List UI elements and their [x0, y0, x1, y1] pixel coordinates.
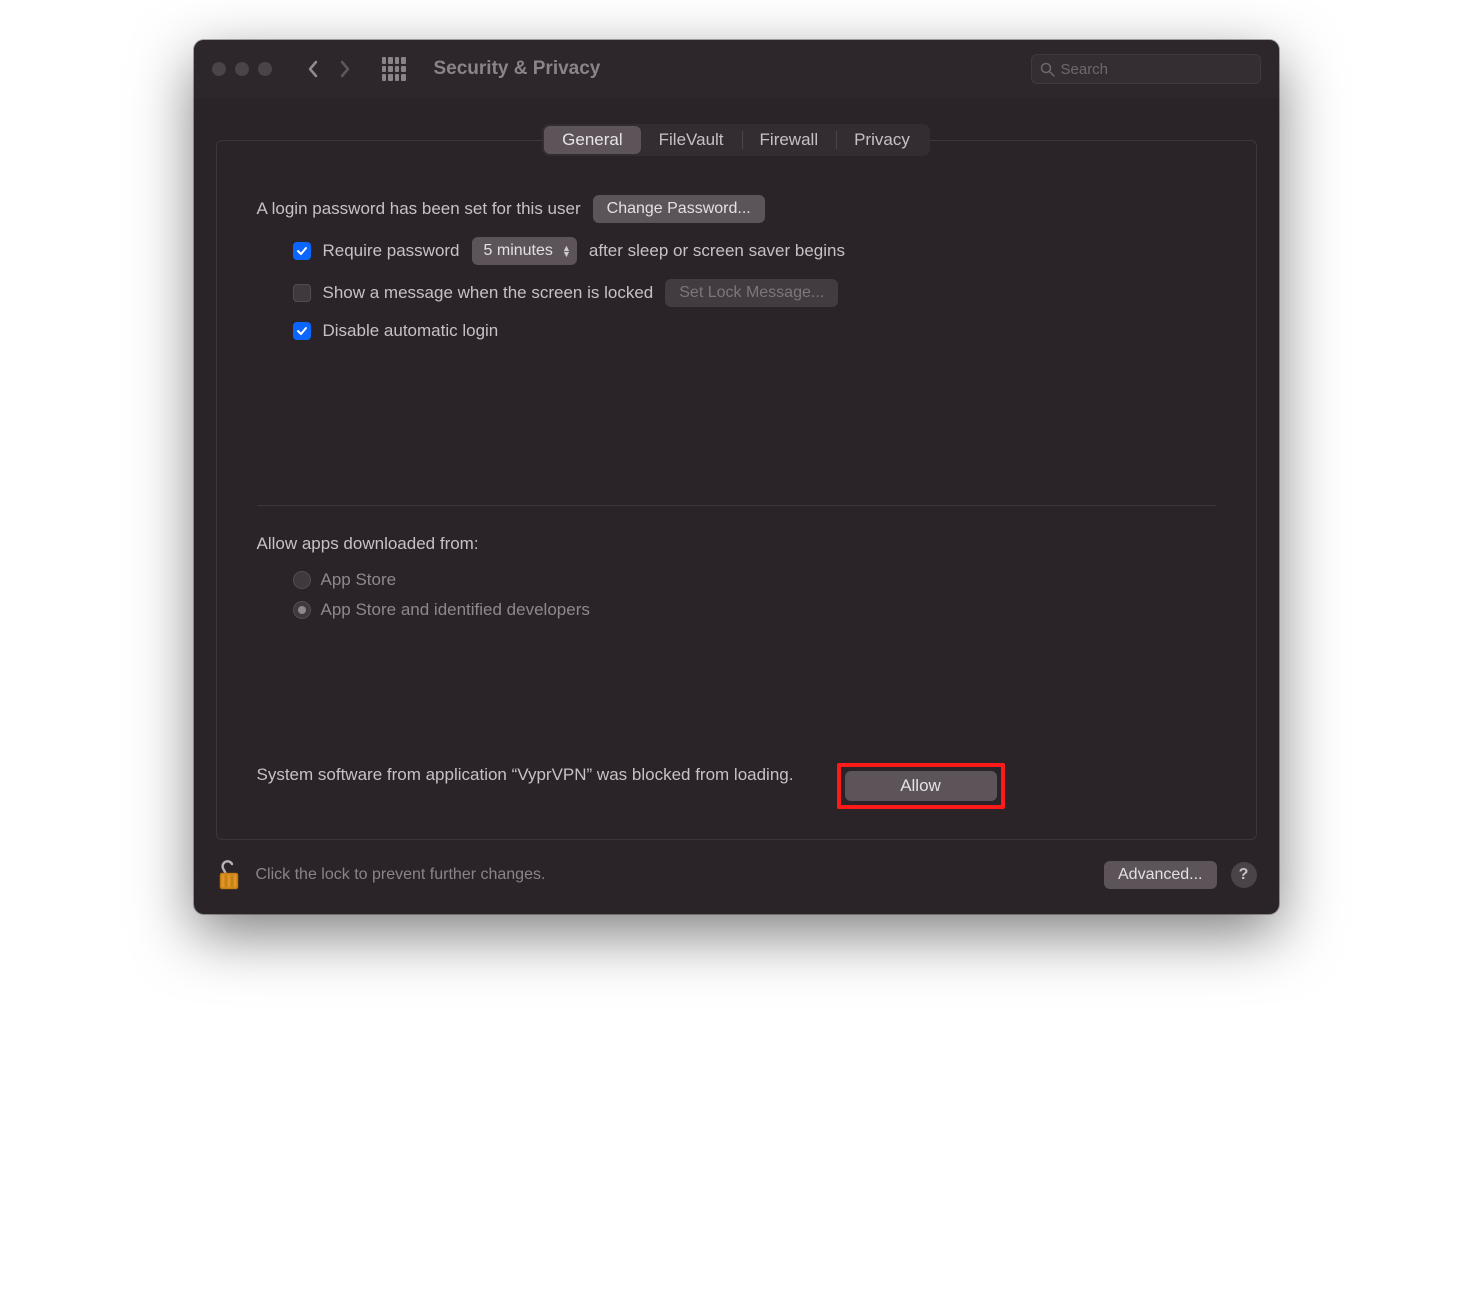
- blocked-software-text: System software from application “VyprVP…: [257, 763, 817, 787]
- divider: [257, 505, 1216, 506]
- search-input[interactable]: [1031, 54, 1261, 84]
- gatekeeper-label: Allow apps downloaded from:: [257, 534, 1216, 554]
- blocked-software-row: System software from application “VyprVP…: [257, 763, 1216, 809]
- after-sleep-text: after sleep or screen saver begins: [589, 241, 845, 261]
- require-password-checkbox[interactable]: [293, 242, 311, 260]
- set-lock-message-button: Set Lock Message...: [665, 279, 838, 307]
- lock-hint-text: Click the lock to prevent further change…: [256, 866, 1091, 884]
- show-all-prefs-button[interactable]: [382, 57, 406, 81]
- app-store-identified-radio: [293, 601, 311, 619]
- security-privacy-window: Security & Privacy General FileVault Fir…: [194, 40, 1279, 914]
- chevron-right-icon: [339, 60, 351, 78]
- checkmark-icon: [296, 325, 308, 337]
- advanced-button[interactable]: Advanced...: [1104, 861, 1217, 889]
- allow-button[interactable]: Allow: [845, 771, 997, 801]
- tab-privacy[interactable]: Privacy: [836, 126, 928, 154]
- tab-firewall[interactable]: Firewall: [742, 126, 837, 154]
- window-title: Security & Privacy: [434, 58, 1021, 80]
- disable-auto-login-checkbox[interactable]: [293, 322, 311, 340]
- allow-highlight: Allow: [837, 763, 1005, 809]
- change-password-button[interactable]: Change Password...: [593, 195, 765, 223]
- tab-filevault[interactable]: FileVault: [641, 126, 742, 154]
- app-store-radio: [293, 571, 311, 589]
- tab-general[interactable]: General: [544, 126, 640, 154]
- minimize-window-icon[interactable]: [235, 62, 249, 76]
- require-password-delay-select[interactable]: 5 minutes ▲▼: [472, 237, 577, 265]
- radio-app-store-identified: App Store and identified developers: [257, 600, 1216, 620]
- disable-auto-login-label: Disable automatic login: [323, 321, 499, 341]
- password-set-row: A login password has been set for this u…: [257, 195, 1216, 223]
- help-button[interactable]: ?: [1231, 862, 1257, 888]
- app-store-identified-label: App Store and identified developers: [321, 600, 590, 620]
- nav-buttons: [300, 55, 358, 83]
- show-message-label: Show a message when the screen is locked: [323, 283, 654, 303]
- footer: Click the lock to prevent further change…: [194, 840, 1279, 914]
- password-set-text: A login password has been set for this u…: [257, 199, 581, 219]
- require-password-row: Require password 5 minutes ▲▼ after slee…: [257, 237, 1216, 265]
- show-message-checkbox[interactable]: [293, 284, 311, 302]
- lock-icon[interactable]: [216, 858, 242, 892]
- chevron-left-icon: [307, 60, 319, 78]
- app-store-label: App Store: [321, 570, 397, 590]
- titlebar: Security & Privacy: [194, 40, 1279, 98]
- disable-auto-login-row: Disable automatic login: [257, 321, 1216, 341]
- require-password-label: Require password: [323, 241, 460, 261]
- search-field[interactable]: [1061, 61, 1252, 78]
- close-window-icon[interactable]: [212, 62, 226, 76]
- updown-icon: ▲▼: [562, 245, 571, 257]
- forward-button: [332, 55, 358, 83]
- delay-value: 5 minutes: [484, 242, 553, 260]
- back-button[interactable]: [300, 55, 326, 83]
- checkmark-icon: [296, 245, 308, 257]
- radio-app-store: App Store: [257, 570, 1216, 590]
- show-message-row: Show a message when the screen is locked…: [257, 279, 1216, 307]
- content-area: General FileVault Firewall Privacy A log…: [194, 98, 1279, 840]
- search-icon: [1040, 62, 1055, 77]
- general-panel: A login password has been set for this u…: [216, 140, 1257, 840]
- window-controls: [212, 62, 272, 76]
- zoom-window-icon[interactable]: [258, 62, 272, 76]
